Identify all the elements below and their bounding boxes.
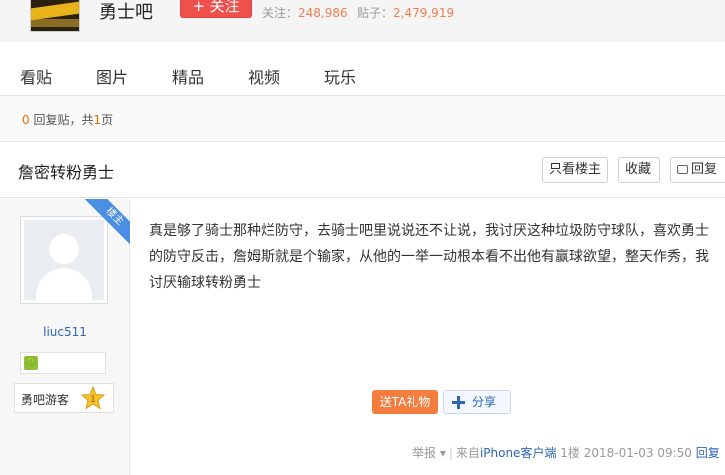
favorite-button[interactable]: 收藏 [618,157,660,183]
page-count: 1 [93,113,102,127]
post-content: 真是够了骑士那种烂防守，去骑士吧里说说还不让说，我讨厌这种垃圾防守球队，喜欢勇士… [149,223,709,291]
reply-button[interactable]: 回复 [670,157,725,183]
member-level: 1 [90,395,96,405]
follow-count: 248,986 [298,6,348,20]
only-op-button[interactable]: 只看楼主 [542,157,608,183]
op-ribbon-label: 楼主 [83,199,130,246]
send-gift-button[interactable]: 送TA礼物 [372,390,438,414]
follow-button[interactable]: + 关注 [180,0,252,18]
forum-header: 勇士吧 + 关注 关注：248,986 贴子：2,479,919 [0,0,725,42]
post-reply-link[interactable]: 回复 [696,446,720,460]
post-datetime: 2018-01-03 09:50 [583,446,692,460]
star-icon: 1 [81,386,105,410]
share-icon [452,396,465,409]
share-label: 分享 [472,395,497,409]
follow-count-label: 关注： [262,6,299,20]
floor-number: 1楼 [560,446,580,460]
forum-name[interactable]: 勇士吧 [99,0,153,24]
reply-icon [677,165,688,174]
source-prefix: 来自 [455,446,480,460]
author-panel: liuc511 🍀 勇吧游客 1 楼主 [0,199,130,475]
chevron-down-icon[interactable]: ▾ [440,446,446,460]
follow-stat: 关注：248,986 [262,4,348,21]
post-stat: 贴子：2,479,919 [357,4,454,21]
divider: | [448,446,453,460]
member-badge[interactable]: 勇吧游客 1 [14,383,114,413]
level-icon: 🍀 [24,356,38,370]
author-username[interactable]: liuc511 [0,325,130,339]
nav-item-videos[interactable]: 视频 [248,64,280,88]
share-button[interactable]: 分享 [443,390,511,414]
thread-title: 詹密转粉勇士 [18,163,115,182]
thread-page-info: 0 回复贴，共1页 [0,96,725,142]
nav-item-posts[interactable]: 看贴 [20,64,52,88]
reply-count: 0 [22,113,30,127]
post-count-label: 贴子： [357,6,394,20]
post-tail: 举报 ▾ | 来自iPhone客户端 1楼 2018-01-03 09:50 回复 [412,444,720,461]
client-link[interactable]: iPhone客户端 [480,446,557,460]
post-floor-1: liuc511 🍀 勇吧游客 1 楼主 真是够了骑士那种烂防守，去骑士吧里说说还… [0,199,725,475]
member-title: 勇吧游客 [21,393,70,407]
page-suffix: 页 [101,113,114,127]
post-count: 2,479,919 [393,6,455,20]
thread-title-bar: 詹密转粉勇士 只看楼主 收藏 回复 [0,142,725,198]
forum-logo[interactable] [30,0,80,32]
nav-item-images[interactable]: 图片 [96,64,128,88]
nav-item-featured[interactable]: 精品 [172,64,204,88]
reply-summary: 0 回复贴，共1页 [22,111,113,128]
forum-nav: 看贴 图片 精品 视频 玩乐 [0,42,725,96]
reply-button-label: 回复 [691,162,718,177]
reply-count-text: 回复贴，共 [29,113,94,127]
nav-item-fun[interactable]: 玩乐 [324,64,356,88]
op-ribbon: 楼主 [83,199,130,246]
level-badge[interactable]: 🍀 [20,352,106,374]
report-link[interactable]: 举报 [412,446,436,460]
